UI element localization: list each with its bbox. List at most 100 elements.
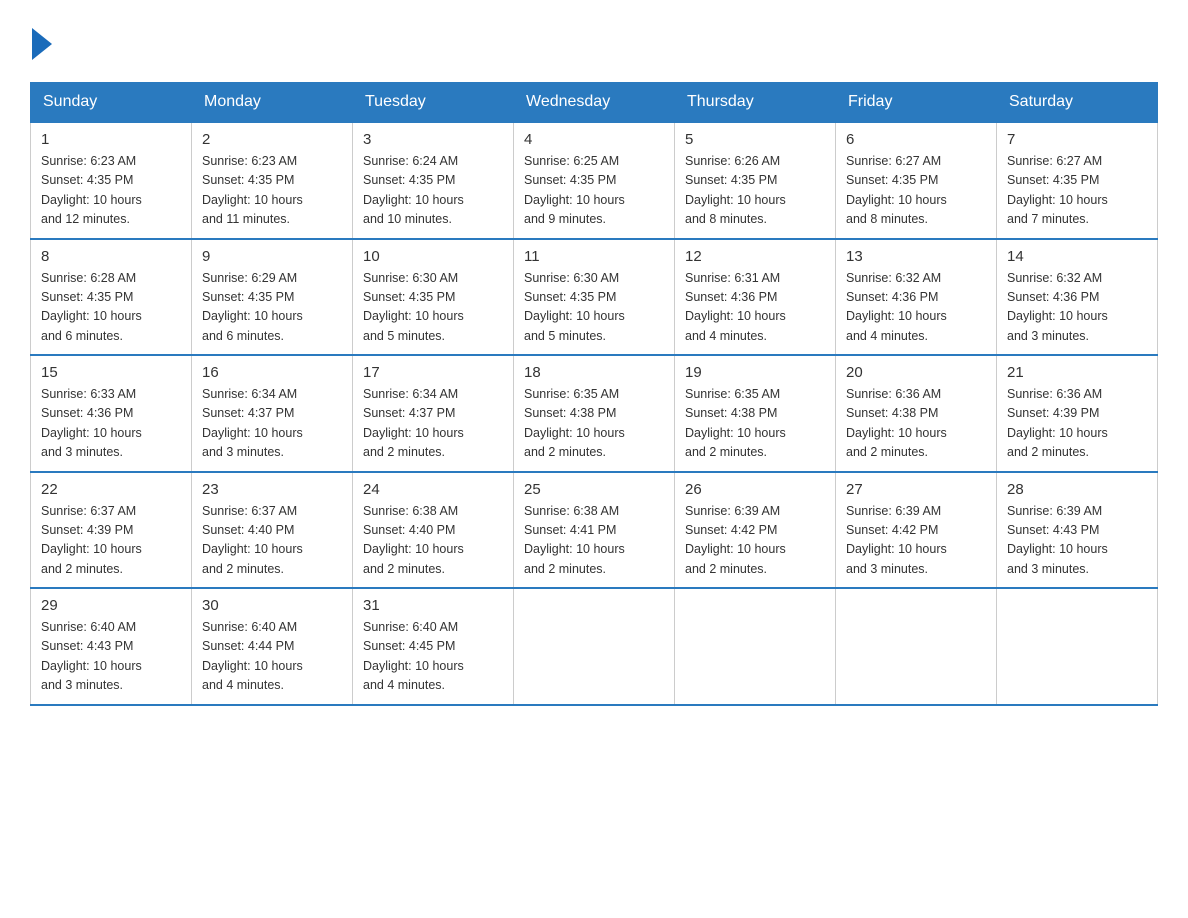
weekday-header-friday: Friday xyxy=(836,83,997,123)
day-info: Sunrise: 6:36 AMSunset: 4:39 PMDaylight:… xyxy=(1007,385,1147,463)
day-number: 11 xyxy=(524,248,664,265)
calendar-cell: 17 Sunrise: 6:34 AMSunset: 4:37 PMDaylig… xyxy=(353,355,514,472)
calendar-cell: 10 Sunrise: 6:30 AMSunset: 4:35 PMDaylig… xyxy=(353,239,514,356)
day-info: Sunrise: 6:40 AMSunset: 4:43 PMDaylight:… xyxy=(41,618,181,696)
day-number: 17 xyxy=(363,364,503,381)
calendar-cell xyxy=(836,588,997,705)
page-header xyxy=(30,30,1158,62)
day-info: Sunrise: 6:34 AMSunset: 4:37 PMDaylight:… xyxy=(202,385,342,463)
calendar-cell: 7 Sunrise: 6:27 AMSunset: 4:35 PMDayligh… xyxy=(997,122,1158,239)
day-number: 31 xyxy=(363,597,503,614)
day-info: Sunrise: 6:35 AMSunset: 4:38 PMDaylight:… xyxy=(524,385,664,463)
calendar-cell: 31 Sunrise: 6:40 AMSunset: 4:45 PMDaylig… xyxy=(353,588,514,705)
calendar-cell: 11 Sunrise: 6:30 AMSunset: 4:35 PMDaylig… xyxy=(514,239,675,356)
day-info: Sunrise: 6:29 AMSunset: 4:35 PMDaylight:… xyxy=(202,269,342,347)
day-info: Sunrise: 6:30 AMSunset: 4:35 PMDaylight:… xyxy=(363,269,503,347)
day-info: Sunrise: 6:30 AMSunset: 4:35 PMDaylight:… xyxy=(524,269,664,347)
weekday-header-thursday: Thursday xyxy=(675,83,836,123)
calendar-cell: 23 Sunrise: 6:37 AMSunset: 4:40 PMDaylig… xyxy=(192,472,353,589)
calendar-cell: 13 Sunrise: 6:32 AMSunset: 4:36 PMDaylig… xyxy=(836,239,997,356)
day-info: Sunrise: 6:27 AMSunset: 4:35 PMDaylight:… xyxy=(1007,152,1147,230)
day-number: 30 xyxy=(202,597,342,614)
day-info: Sunrise: 6:39 AMSunset: 4:42 PMDaylight:… xyxy=(846,502,986,580)
day-number: 4 xyxy=(524,131,664,148)
day-number: 27 xyxy=(846,481,986,498)
logo xyxy=(30,30,54,62)
calendar-week-row: 29 Sunrise: 6:40 AMSunset: 4:43 PMDaylig… xyxy=(31,588,1158,705)
calendar-cell: 1 Sunrise: 6:23 AMSunset: 4:35 PMDayligh… xyxy=(31,122,192,239)
calendar-cell: 14 Sunrise: 6:32 AMSunset: 4:36 PMDaylig… xyxy=(997,239,1158,356)
day-info: Sunrise: 6:23 AMSunset: 4:35 PMDaylight:… xyxy=(202,152,342,230)
day-info: Sunrise: 6:38 AMSunset: 4:40 PMDaylight:… xyxy=(363,502,503,580)
calendar-cell: 20 Sunrise: 6:36 AMSunset: 4:38 PMDaylig… xyxy=(836,355,997,472)
calendar-cell xyxy=(514,588,675,705)
day-number: 22 xyxy=(41,481,181,498)
day-info: Sunrise: 6:36 AMSunset: 4:38 PMDaylight:… xyxy=(846,385,986,463)
calendar-cell: 12 Sunrise: 6:31 AMSunset: 4:36 PMDaylig… xyxy=(675,239,836,356)
weekday-header-sunday: Sunday xyxy=(31,83,192,123)
calendar-table: SundayMondayTuesdayWednesdayThursdayFrid… xyxy=(30,82,1158,706)
weekday-header-tuesday: Tuesday xyxy=(353,83,514,123)
day-info: Sunrise: 6:26 AMSunset: 4:35 PMDaylight:… xyxy=(685,152,825,230)
weekday-header-monday: Monday xyxy=(192,83,353,123)
day-number: 10 xyxy=(363,248,503,265)
calendar-cell: 3 Sunrise: 6:24 AMSunset: 4:35 PMDayligh… xyxy=(353,122,514,239)
calendar-cell: 27 Sunrise: 6:39 AMSunset: 4:42 PMDaylig… xyxy=(836,472,997,589)
calendar-cell: 9 Sunrise: 6:29 AMSunset: 4:35 PMDayligh… xyxy=(192,239,353,356)
day-info: Sunrise: 6:24 AMSunset: 4:35 PMDaylight:… xyxy=(363,152,503,230)
calendar-cell: 25 Sunrise: 6:38 AMSunset: 4:41 PMDaylig… xyxy=(514,472,675,589)
day-number: 21 xyxy=(1007,364,1147,381)
day-number: 23 xyxy=(202,481,342,498)
calendar-cell: 18 Sunrise: 6:35 AMSunset: 4:38 PMDaylig… xyxy=(514,355,675,472)
day-number: 16 xyxy=(202,364,342,381)
day-info: Sunrise: 6:39 AMSunset: 4:43 PMDaylight:… xyxy=(1007,502,1147,580)
day-number: 14 xyxy=(1007,248,1147,265)
day-info: Sunrise: 6:32 AMSunset: 4:36 PMDaylight:… xyxy=(1007,269,1147,347)
day-info: Sunrise: 6:38 AMSunset: 4:41 PMDaylight:… xyxy=(524,502,664,580)
day-number: 25 xyxy=(524,481,664,498)
day-number: 7 xyxy=(1007,131,1147,148)
logo-triangle-icon xyxy=(32,28,52,60)
calendar-cell: 16 Sunrise: 6:34 AMSunset: 4:37 PMDaylig… xyxy=(192,355,353,472)
day-info: Sunrise: 6:39 AMSunset: 4:42 PMDaylight:… xyxy=(685,502,825,580)
day-info: Sunrise: 6:25 AMSunset: 4:35 PMDaylight:… xyxy=(524,152,664,230)
day-number: 3 xyxy=(363,131,503,148)
weekday-header-row: SundayMondayTuesdayWednesdayThursdayFrid… xyxy=(31,83,1158,123)
calendar-cell: 26 Sunrise: 6:39 AMSunset: 4:42 PMDaylig… xyxy=(675,472,836,589)
calendar-cell: 4 Sunrise: 6:25 AMSunset: 4:35 PMDayligh… xyxy=(514,122,675,239)
day-number: 9 xyxy=(202,248,342,265)
day-number: 26 xyxy=(685,481,825,498)
day-info: Sunrise: 6:31 AMSunset: 4:36 PMDaylight:… xyxy=(685,269,825,347)
weekday-header-wednesday: Wednesday xyxy=(514,83,675,123)
calendar-cell: 5 Sunrise: 6:26 AMSunset: 4:35 PMDayligh… xyxy=(675,122,836,239)
calendar-week-row: 22 Sunrise: 6:37 AMSunset: 4:39 PMDaylig… xyxy=(31,472,1158,589)
day-number: 24 xyxy=(363,481,503,498)
day-info: Sunrise: 6:37 AMSunset: 4:39 PMDaylight:… xyxy=(41,502,181,580)
day-number: 15 xyxy=(41,364,181,381)
calendar-cell: 30 Sunrise: 6:40 AMSunset: 4:44 PMDaylig… xyxy=(192,588,353,705)
calendar-week-row: 1 Sunrise: 6:23 AMSunset: 4:35 PMDayligh… xyxy=(31,122,1158,239)
calendar-cell xyxy=(675,588,836,705)
calendar-cell: 8 Sunrise: 6:28 AMSunset: 4:35 PMDayligh… xyxy=(31,239,192,356)
day-info: Sunrise: 6:27 AMSunset: 4:35 PMDaylight:… xyxy=(846,152,986,230)
day-info: Sunrise: 6:40 AMSunset: 4:45 PMDaylight:… xyxy=(363,618,503,696)
calendar-cell: 15 Sunrise: 6:33 AMSunset: 4:36 PMDaylig… xyxy=(31,355,192,472)
calendar-cell: 21 Sunrise: 6:36 AMSunset: 4:39 PMDaylig… xyxy=(997,355,1158,472)
day-number: 12 xyxy=(685,248,825,265)
day-number: 13 xyxy=(846,248,986,265)
calendar-cell: 29 Sunrise: 6:40 AMSunset: 4:43 PMDaylig… xyxy=(31,588,192,705)
day-number: 18 xyxy=(524,364,664,381)
calendar-cell: 28 Sunrise: 6:39 AMSunset: 4:43 PMDaylig… xyxy=(997,472,1158,589)
day-number: 2 xyxy=(202,131,342,148)
calendar-cell: 24 Sunrise: 6:38 AMSunset: 4:40 PMDaylig… xyxy=(353,472,514,589)
calendar-cell: 19 Sunrise: 6:35 AMSunset: 4:38 PMDaylig… xyxy=(675,355,836,472)
day-info: Sunrise: 6:37 AMSunset: 4:40 PMDaylight:… xyxy=(202,502,342,580)
day-number: 6 xyxy=(846,131,986,148)
calendar-cell: 2 Sunrise: 6:23 AMSunset: 4:35 PMDayligh… xyxy=(192,122,353,239)
day-number: 1 xyxy=(41,131,181,148)
day-number: 29 xyxy=(41,597,181,614)
calendar-week-row: 15 Sunrise: 6:33 AMSunset: 4:36 PMDaylig… xyxy=(31,355,1158,472)
calendar-cell xyxy=(997,588,1158,705)
day-info: Sunrise: 6:35 AMSunset: 4:38 PMDaylight:… xyxy=(685,385,825,463)
day-number: 8 xyxy=(41,248,181,265)
